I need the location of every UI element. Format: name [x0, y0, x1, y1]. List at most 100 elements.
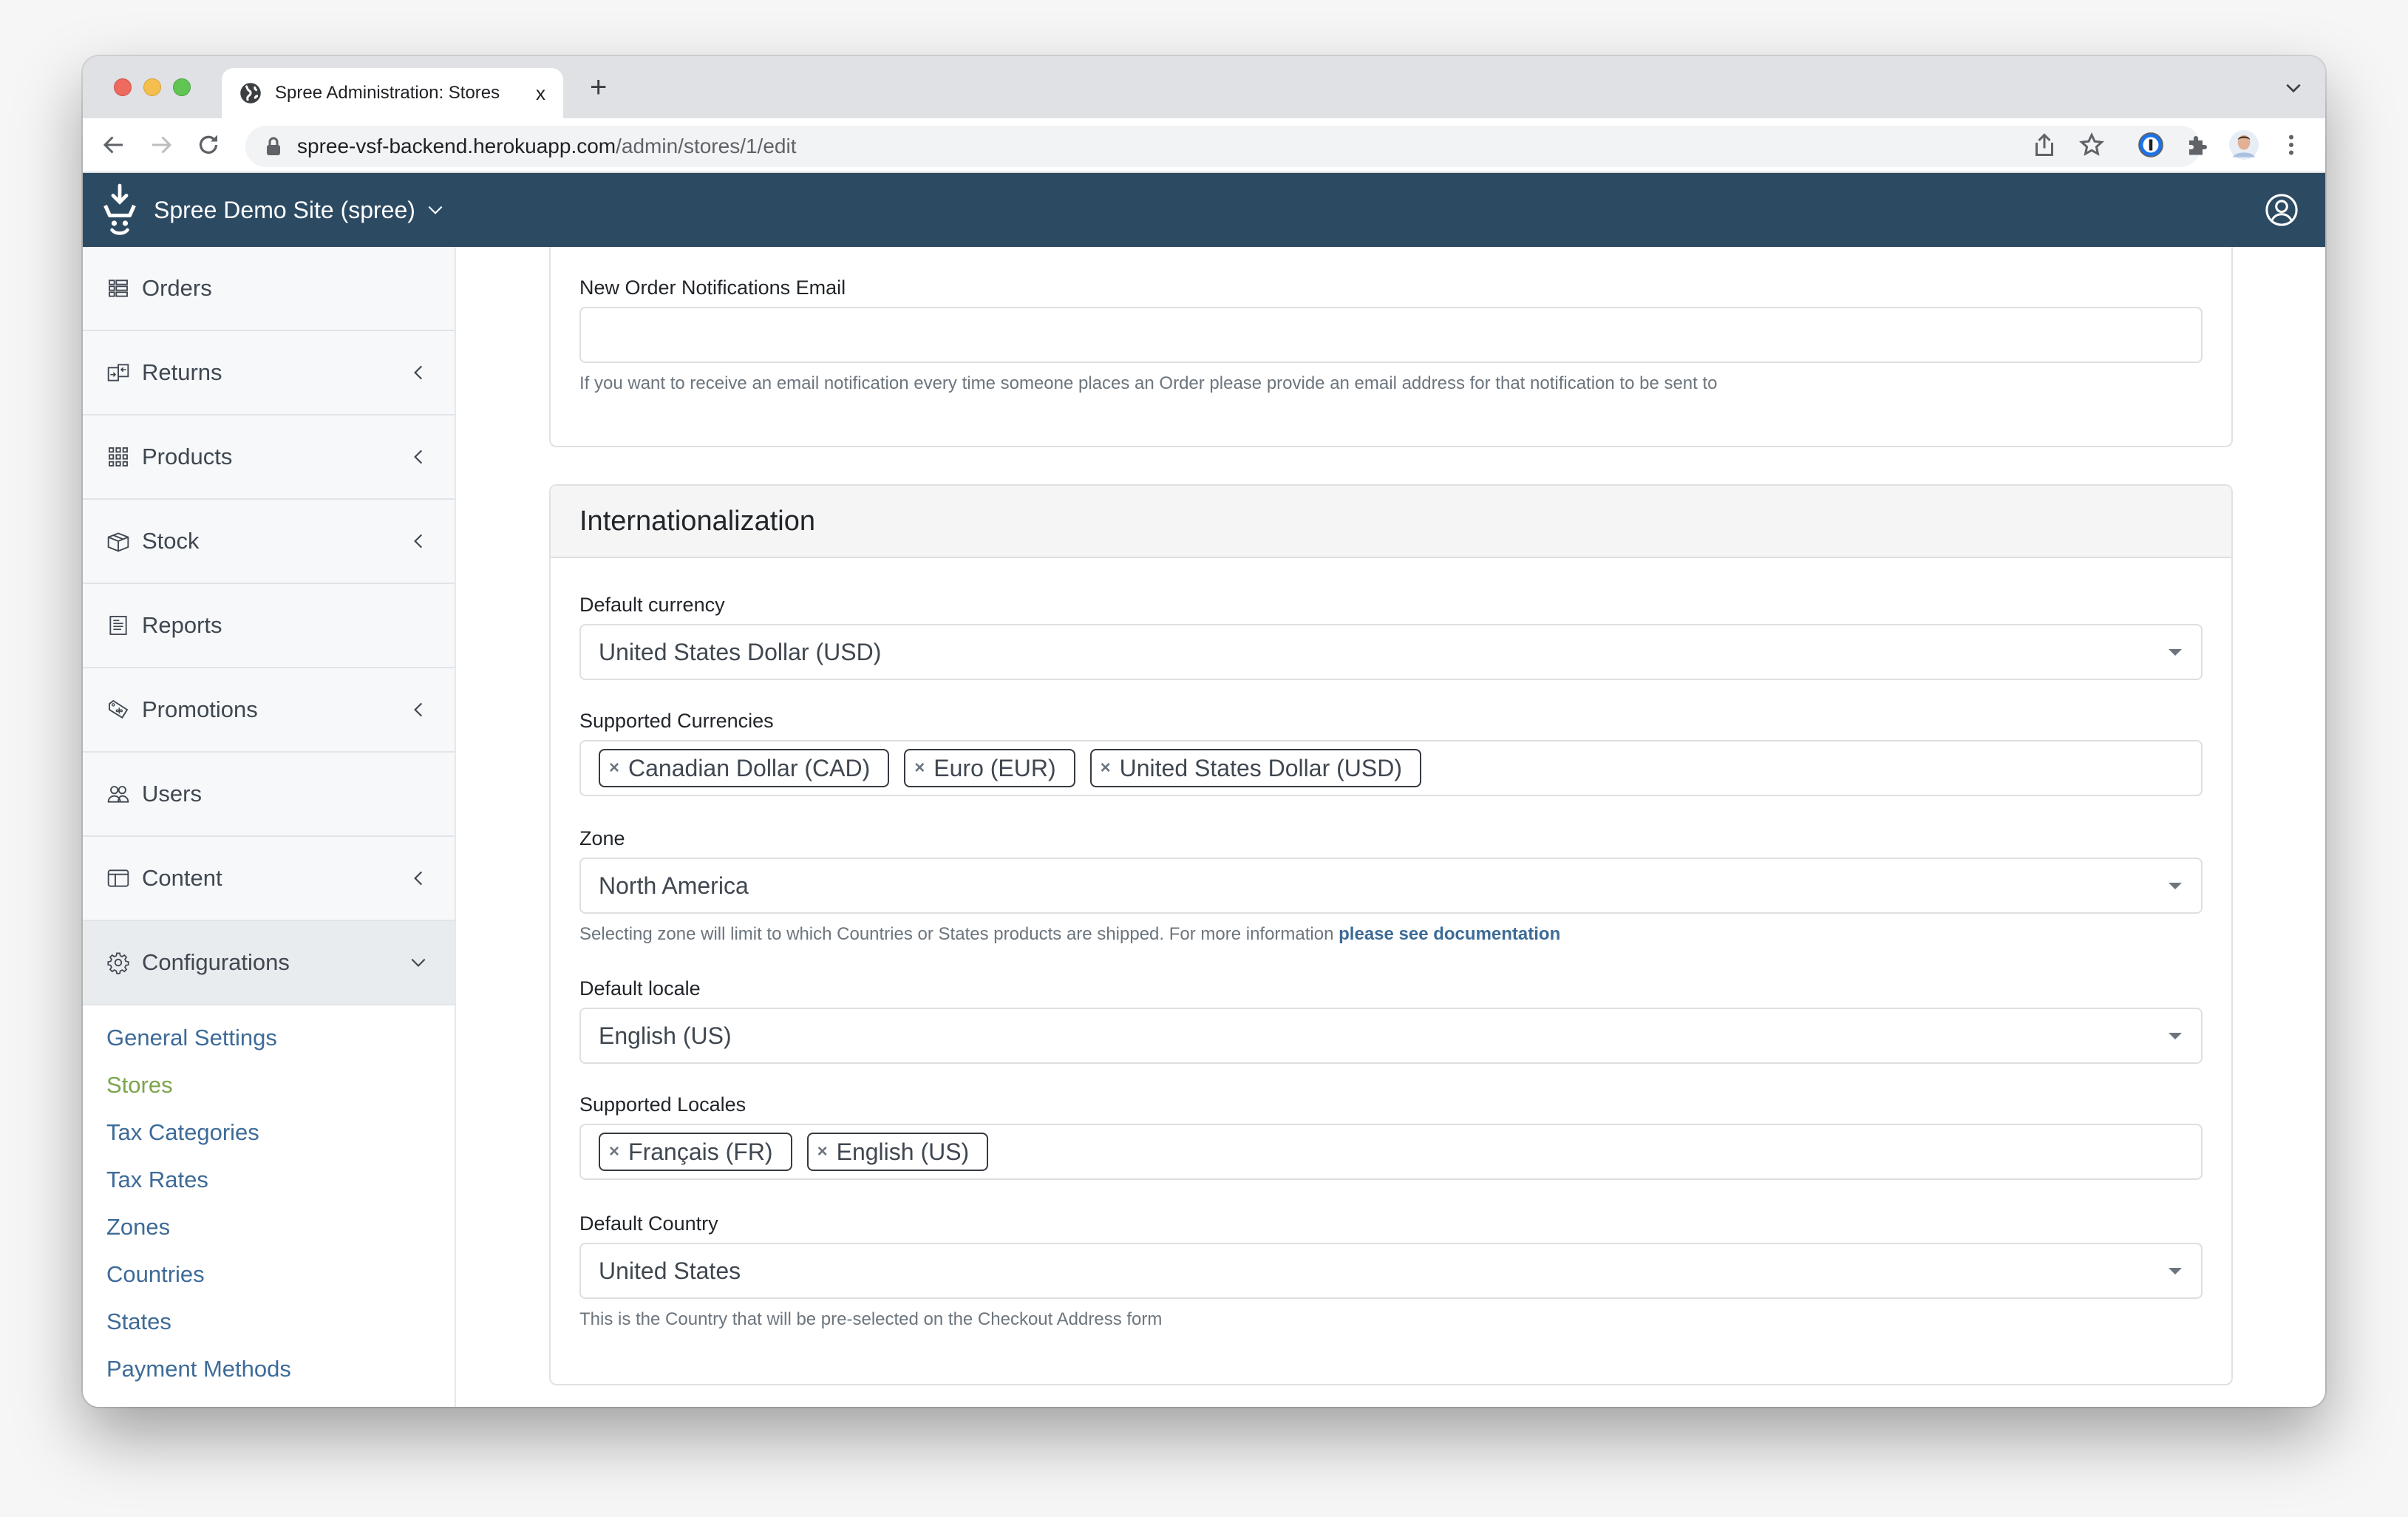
remove-tag-icon[interactable]: ×: [609, 1141, 619, 1162]
account-user-icon[interactable]: [2265, 193, 2299, 227]
address-bar[interactable]: spree-vsf-backend.herokuapp.com/admin/st…: [245, 126, 2201, 167]
sidebar-link-states[interactable]: States: [83, 1298, 455, 1345]
internationalization-title: Internationalization: [579, 505, 815, 537]
reports-icon: [109, 616, 127, 635]
users-icon: [107, 786, 129, 803]
default-locale-field-group: Default locale English (US): [579, 977, 2203, 1064]
sidebar-item-stock[interactable]: Stock: [83, 500, 455, 584]
default-currency-select[interactable]: United States Dollar (USD): [579, 624, 2203, 680]
chevron-left-icon: [414, 449, 423, 464]
sidebar-item-label: Configurations: [142, 949, 290, 975]
zone-help: Selecting zone will limit to which Count…: [579, 924, 2203, 945]
default-locale-label: Default locale: [579, 977, 701, 1000]
lock-icon: [267, 137, 280, 155]
extensions-puzzle-icon[interactable]: [2185, 132, 2211, 158]
profile-avatar-icon[interactable]: [2229, 130, 2259, 160]
chevron-down-icon: [428, 206, 443, 214]
zone-select[interactable]: North America: [579, 858, 2203, 914]
new-order-email-text[interactable]: [599, 308, 2201, 362]
browser-window-icon: [107, 869, 129, 887]
back-arrow-icon[interactable]: [101, 132, 127, 158]
sidebar-link-countries[interactable]: Countries: [83, 1251, 455, 1298]
store-name: Spree Demo Site (spree): [154, 196, 415, 223]
spree-logo-icon[interactable]: [102, 183, 137, 237]
sidebar-item-label: Content: [142, 865, 222, 891]
default-currency-value: United States Dollar (USD): [599, 638, 882, 665]
box-icon: [107, 532, 129, 552]
zone-value: North America: [599, 872, 749, 899]
sidebar-item-configurations[interactable]: Configurations: [83, 921, 455, 1005]
sidebar-link-stores[interactable]: Stores: [83, 1062, 455, 1109]
documentation-link[interactable]: please see documentation: [1339, 924, 1560, 944]
sidebar-item-returns[interactable]: Returns: [83, 331, 455, 415]
default-country-field-group: Default Country United States This is th…: [579, 1212, 2203, 1330]
sidebar-item-promotions[interactable]: Promotions: [83, 668, 455, 753]
sidebar-link-payment-methods[interactable]: Payment Methods: [83, 1345, 455, 1393]
sidebar-item-products[interactable]: Products: [83, 415, 455, 500]
close-window-button[interactable]: [114, 78, 132, 96]
remove-tag-icon[interactable]: ×: [817, 1141, 828, 1162]
dropdown-caret-icon: [2169, 1033, 2182, 1039]
sidebar: Orders Returns Products Stock Reports Pr…: [83, 247, 456, 1407]
sidebar-item-label: Orders: [142, 275, 212, 301]
new-tab-button[interactable]: +: [590, 72, 607, 102]
remove-tag-icon[interactable]: ×: [1101, 758, 1111, 778]
globe-icon: [240, 83, 261, 103]
minimize-window-button[interactable]: [143, 78, 161, 96]
sidebar-item-orders[interactable]: Orders: [83, 247, 455, 331]
tag-icon: [109, 699, 129, 719]
tab-close-button[interactable]: x: [536, 82, 545, 105]
store-switcher[interactable]: Spree Demo Site (spree): [154, 173, 445, 247]
tag-label: United States Dollar (USD): [1119, 754, 1402, 781]
default-country-help: This is the Country that will be pre-sel…: [579, 1309, 1163, 1329]
browser-toolbar: spree-vsf-backend.herokuapp.com/admin/st…: [83, 118, 2325, 173]
locale-tag: × Français (FR): [599, 1133, 792, 1171]
sidebar-item-label: Stock: [142, 528, 200, 554]
remove-tag-icon[interactable]: ×: [914, 758, 925, 778]
notifications-card: New Order Notifications Email If you wan…: [549, 247, 2233, 447]
remove-tag-icon[interactable]: ×: [609, 758, 619, 778]
sidebar-item-content[interactable]: Content: [83, 837, 455, 921]
sidebar-item-reports[interactable]: Reports: [83, 584, 455, 668]
tag-label: Canadian Dollar (CAD): [628, 754, 871, 781]
browser-menu-icon[interactable]: [2278, 132, 2305, 158]
dropdown-caret-icon: [2169, 649, 2182, 656]
reload-icon[interactable]: [195, 132, 222, 158]
chevron-down-icon[interactable]: [2284, 78, 2303, 98]
sidebar-link-tax-categories[interactable]: Tax Categories: [83, 1109, 455, 1156]
sidebar-link-zones[interactable]: Zones: [83, 1204, 455, 1251]
gear-icon: [107, 952, 129, 974]
currency-tag: × United States Dollar (USD): [1089, 749, 1421, 787]
tag-label: English (US): [836, 1138, 970, 1165]
sidebar-link-shipping-methods[interactable]: Shipping Methods: [83, 1393, 455, 1407]
supported-locales-field-group: Supported Locales × Français (FR) × Englis…: [579, 1093, 2203, 1180]
new-order-email-input[interactable]: [579, 307, 2203, 363]
new-order-email-label: New Order Notifications Email: [579, 276, 846, 299]
browser-tab-active[interactable]: Spree Administration: Stores x: [222, 68, 563, 118]
locale-tag: × English (US): [806, 1133, 989, 1171]
share-icon[interactable]: [2031, 132, 2058, 158]
chevron-down-icon: [411, 958, 426, 967]
url-text: spree-vsf-backend.herokuapp.com/admin/st…: [297, 135, 796, 158]
zone-help-text: Selecting zone will limit to which Count…: [579, 924, 1334, 944]
products-grid-icon: [109, 447, 128, 466]
sidebar-item-users[interactable]: Users: [83, 753, 455, 837]
supported-currencies-multiselect[interactable]: × Canadian Dollar (CAD) × Euro (EUR) × Unit…: [579, 740, 2203, 796]
browser-window: Spree Administration: Stores x + spree-v…: [83, 56, 2325, 1407]
maximize-window-button[interactable]: [173, 78, 191, 96]
default-country-select[interactable]: United States: [579, 1243, 2203, 1299]
forward-arrow-icon[interactable]: [148, 132, 174, 158]
main-content: New Order Notifications Email If you wan…: [458, 247, 2325, 1407]
sidebar-item-label: Reports: [142, 612, 222, 638]
bookmark-star-icon[interactable]: [2078, 132, 2105, 158]
sidebar-link-tax-rates[interactable]: Tax Rates: [83, 1156, 455, 1204]
chevron-left-icon: [414, 534, 423, 549]
default-locale-select[interactable]: English (US): [579, 1008, 2203, 1064]
supported-locales-multiselect[interactable]: × Français (FR) × English (US): [579, 1124, 2203, 1180]
sidebar-link-general-settings[interactable]: General Settings: [83, 1014, 455, 1062]
tag-label: Français (FR): [628, 1138, 773, 1165]
url-host: spree-vsf-backend.herokuapp.com: [297, 135, 616, 157]
password-manager-icon[interactable]: [2137, 132, 2164, 158]
tab-strip: Spree Administration: Stores x +: [83, 56, 2325, 118]
default-country-value: United States: [599, 1257, 741, 1284]
